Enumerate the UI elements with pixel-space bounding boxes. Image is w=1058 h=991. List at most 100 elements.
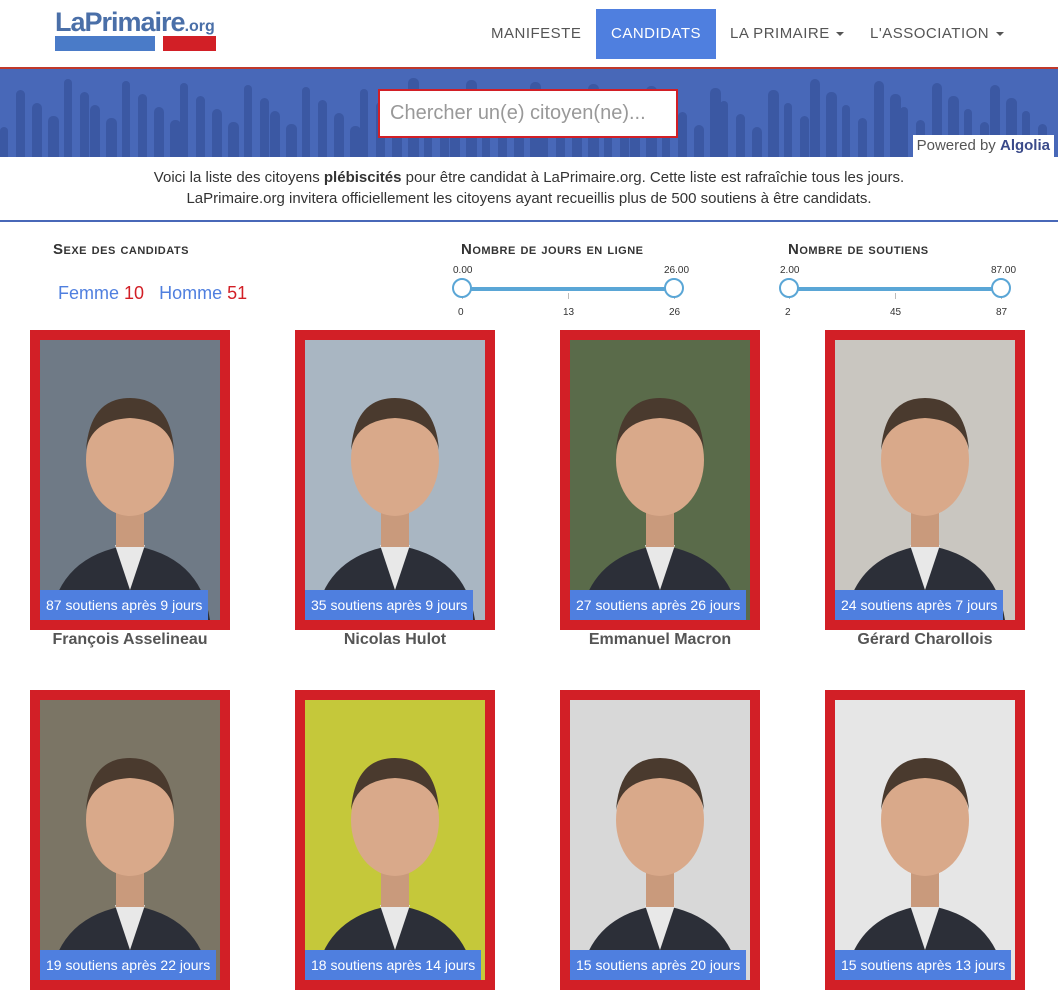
- candidate-photo[interactable]: 15 soutiens après 20 jours: [570, 700, 750, 980]
- intro-line-2: LaPrimaire.org invitera officiellement l…: [186, 190, 872, 207]
- candidate-name[interactable]: François Asselineau: [0, 630, 260, 650]
- crowd-figure: [694, 125, 704, 157]
- candidate-photo[interactable]: 15 soutiens après 13 jours: [835, 700, 1015, 980]
- slider-handle-max[interactable]: [991, 278, 1011, 298]
- crowd-figure: [122, 81, 130, 157]
- crowd-figure: [32, 103, 42, 157]
- caret-down-icon: [836, 32, 845, 37]
- slider-handle-min[interactable]: [779, 278, 799, 298]
- intro-text: Voici la liste des citoyens plébiscités …: [0, 167, 1058, 209]
- search-input[interactable]: Chercher un(e) citoyen(ne)...: [378, 89, 678, 138]
- male-filter[interactable]: Homme 51: [159, 283, 247, 303]
- candidate-photo[interactable]: 24 soutiens après 7 jours: [835, 340, 1015, 620]
- crowd-figure: [260, 98, 269, 157]
- portrait-placeholder-icon: [305, 340, 485, 620]
- slider-handle-max[interactable]: [664, 278, 684, 298]
- crowd-figure: [360, 89, 368, 157]
- site-logo[interactable]: LaPrimaire.org: [55, 8, 220, 54]
- slider-tick-label: 2: [785, 307, 791, 318]
- section-divider: [0, 220, 1058, 222]
- crowd-figure: [154, 107, 164, 157]
- portrait-placeholder-icon: [570, 700, 750, 980]
- crowd-figure: [0, 127, 8, 157]
- crowd-figure: [106, 118, 117, 157]
- caret-down-icon: [995, 32, 1004, 37]
- candidate-photo[interactable]: 27 soutiens après 26 jours: [570, 340, 750, 620]
- intro-line-1: Voici la liste des citoyens plébiscités …: [153, 169, 905, 186]
- crowd-figure: [736, 114, 745, 157]
- candidate-photo[interactable]: 35 soutiens après 9 jours: [305, 340, 485, 620]
- crowd-figure: [800, 116, 809, 157]
- support-count-badge: 19 soutiens après 22 jours: [40, 950, 217, 980]
- support-count-badge: 24 soutiens après 7 jours: [835, 590, 1004, 620]
- supporters-slider[interactable]: 2.00 87.00 2 45 87: [779, 265, 1016, 325]
- crowd-figure: [80, 92, 89, 157]
- crowd-figure: [858, 118, 867, 157]
- candidate-name[interactable]: Emmanuel Macron: [530, 630, 790, 650]
- crowd-figure: [228, 122, 239, 157]
- crowd-figure: [212, 109, 222, 157]
- slider-track: [789, 287, 1001, 291]
- slider-tick: [895, 293, 896, 299]
- portrait-placeholder-icon: [835, 700, 1015, 980]
- crowd-figure: [16, 90, 25, 157]
- support-count-badge: 15 soutiens après 20 jours: [570, 950, 747, 980]
- days-online-slider[interactable]: 0.00 26.00 0 13 26: [452, 265, 689, 325]
- logo-bar-red: [163, 36, 216, 51]
- days-filter-title: Nombre de jours en ligne: [461, 241, 644, 258]
- candidate-photo[interactable]: 18 soutiens après 14 jours: [305, 700, 485, 980]
- logo-bar-blue: [55, 36, 155, 51]
- support-count-badge: 87 soutiens après 9 jours: [40, 590, 209, 620]
- portrait-placeholder-icon: [40, 700, 220, 980]
- crowd-figure: [196, 96, 205, 157]
- crowd-figure: [810, 79, 820, 157]
- slider-handle-min[interactable]: [452, 278, 472, 298]
- support-count-badge: 27 soutiens après 26 jours: [570, 590, 747, 620]
- candidate-name[interactable]: Gérard Charollois: [795, 630, 1055, 650]
- crowd-figure: [48, 116, 59, 157]
- slider-max-value: 26.00: [664, 265, 690, 276]
- supporters-filter-title: Nombre de soutiens: [788, 241, 929, 258]
- slider-track: [462, 287, 674, 291]
- crowd-figure: [900, 107, 908, 157]
- crowd-figure: [286, 124, 297, 157]
- slider-max-value: 87.00: [991, 265, 1017, 276]
- crowd-figure: [180, 83, 188, 157]
- portrait-placeholder-icon: [835, 340, 1015, 620]
- crowd-figure: [318, 100, 327, 157]
- support-count-badge: 18 soutiens après 14 jours: [305, 950, 482, 980]
- candidate-photo[interactable]: 19 soutiens après 22 jours: [40, 700, 220, 980]
- slider-tick-label: 0: [458, 307, 464, 318]
- nav-item-association[interactable]: L'ASSOCIATION: [855, 9, 1019, 59]
- slider-tick-label: 13: [563, 307, 575, 318]
- candidate-photo[interactable]: 87 soutiens après 9 jours: [40, 340, 220, 620]
- candidate-name[interactable]: Nicolas Hulot: [265, 630, 525, 650]
- nav-item-la-primaire[interactable]: LA PRIMAIRE: [715, 9, 859, 59]
- nav-item-manifeste[interactable]: MANIFESTE: [476, 9, 596, 59]
- crowd-figure: [874, 81, 884, 157]
- slider-tick: [568, 293, 569, 299]
- crowd-figure: [678, 112, 687, 157]
- crowd-figure: [64, 79, 72, 157]
- slider-tick-label: 87: [996, 307, 1008, 318]
- slider-min-value: 2.00: [780, 265, 800, 276]
- nav-item-candidats[interactable]: CANDIDATS: [596, 9, 717, 59]
- crowd-figure: [302, 87, 310, 157]
- crowd-figure: [334, 113, 344, 157]
- crowd-figure: [826, 92, 837, 157]
- gender-filter-title: Sexe des candidats: [53, 241, 189, 258]
- crowd-figure: [752, 127, 762, 157]
- crowd-figure: [842, 105, 850, 157]
- female-filter[interactable]: Femme 10: [58, 283, 144, 303]
- search-banner: Chercher un(e) citoyen(ne)... Powered by…: [0, 67, 1058, 157]
- support-count-badge: 15 soutiens après 13 jours: [835, 950, 1012, 980]
- crowd-figure: [784, 103, 792, 157]
- powered-by-algolia[interactable]: Powered by Algolia: [912, 135, 1054, 157]
- slider-min-value: 0.00: [453, 265, 473, 276]
- slider-tick-label: 45: [890, 307, 902, 318]
- crowd-figure: [768, 90, 779, 157]
- gender-filter: Femme 10 Homme 51: [58, 283, 247, 304]
- crowd-figure: [720, 101, 728, 157]
- portrait-placeholder-icon: [570, 340, 750, 620]
- crowd-figure: [244, 85, 252, 157]
